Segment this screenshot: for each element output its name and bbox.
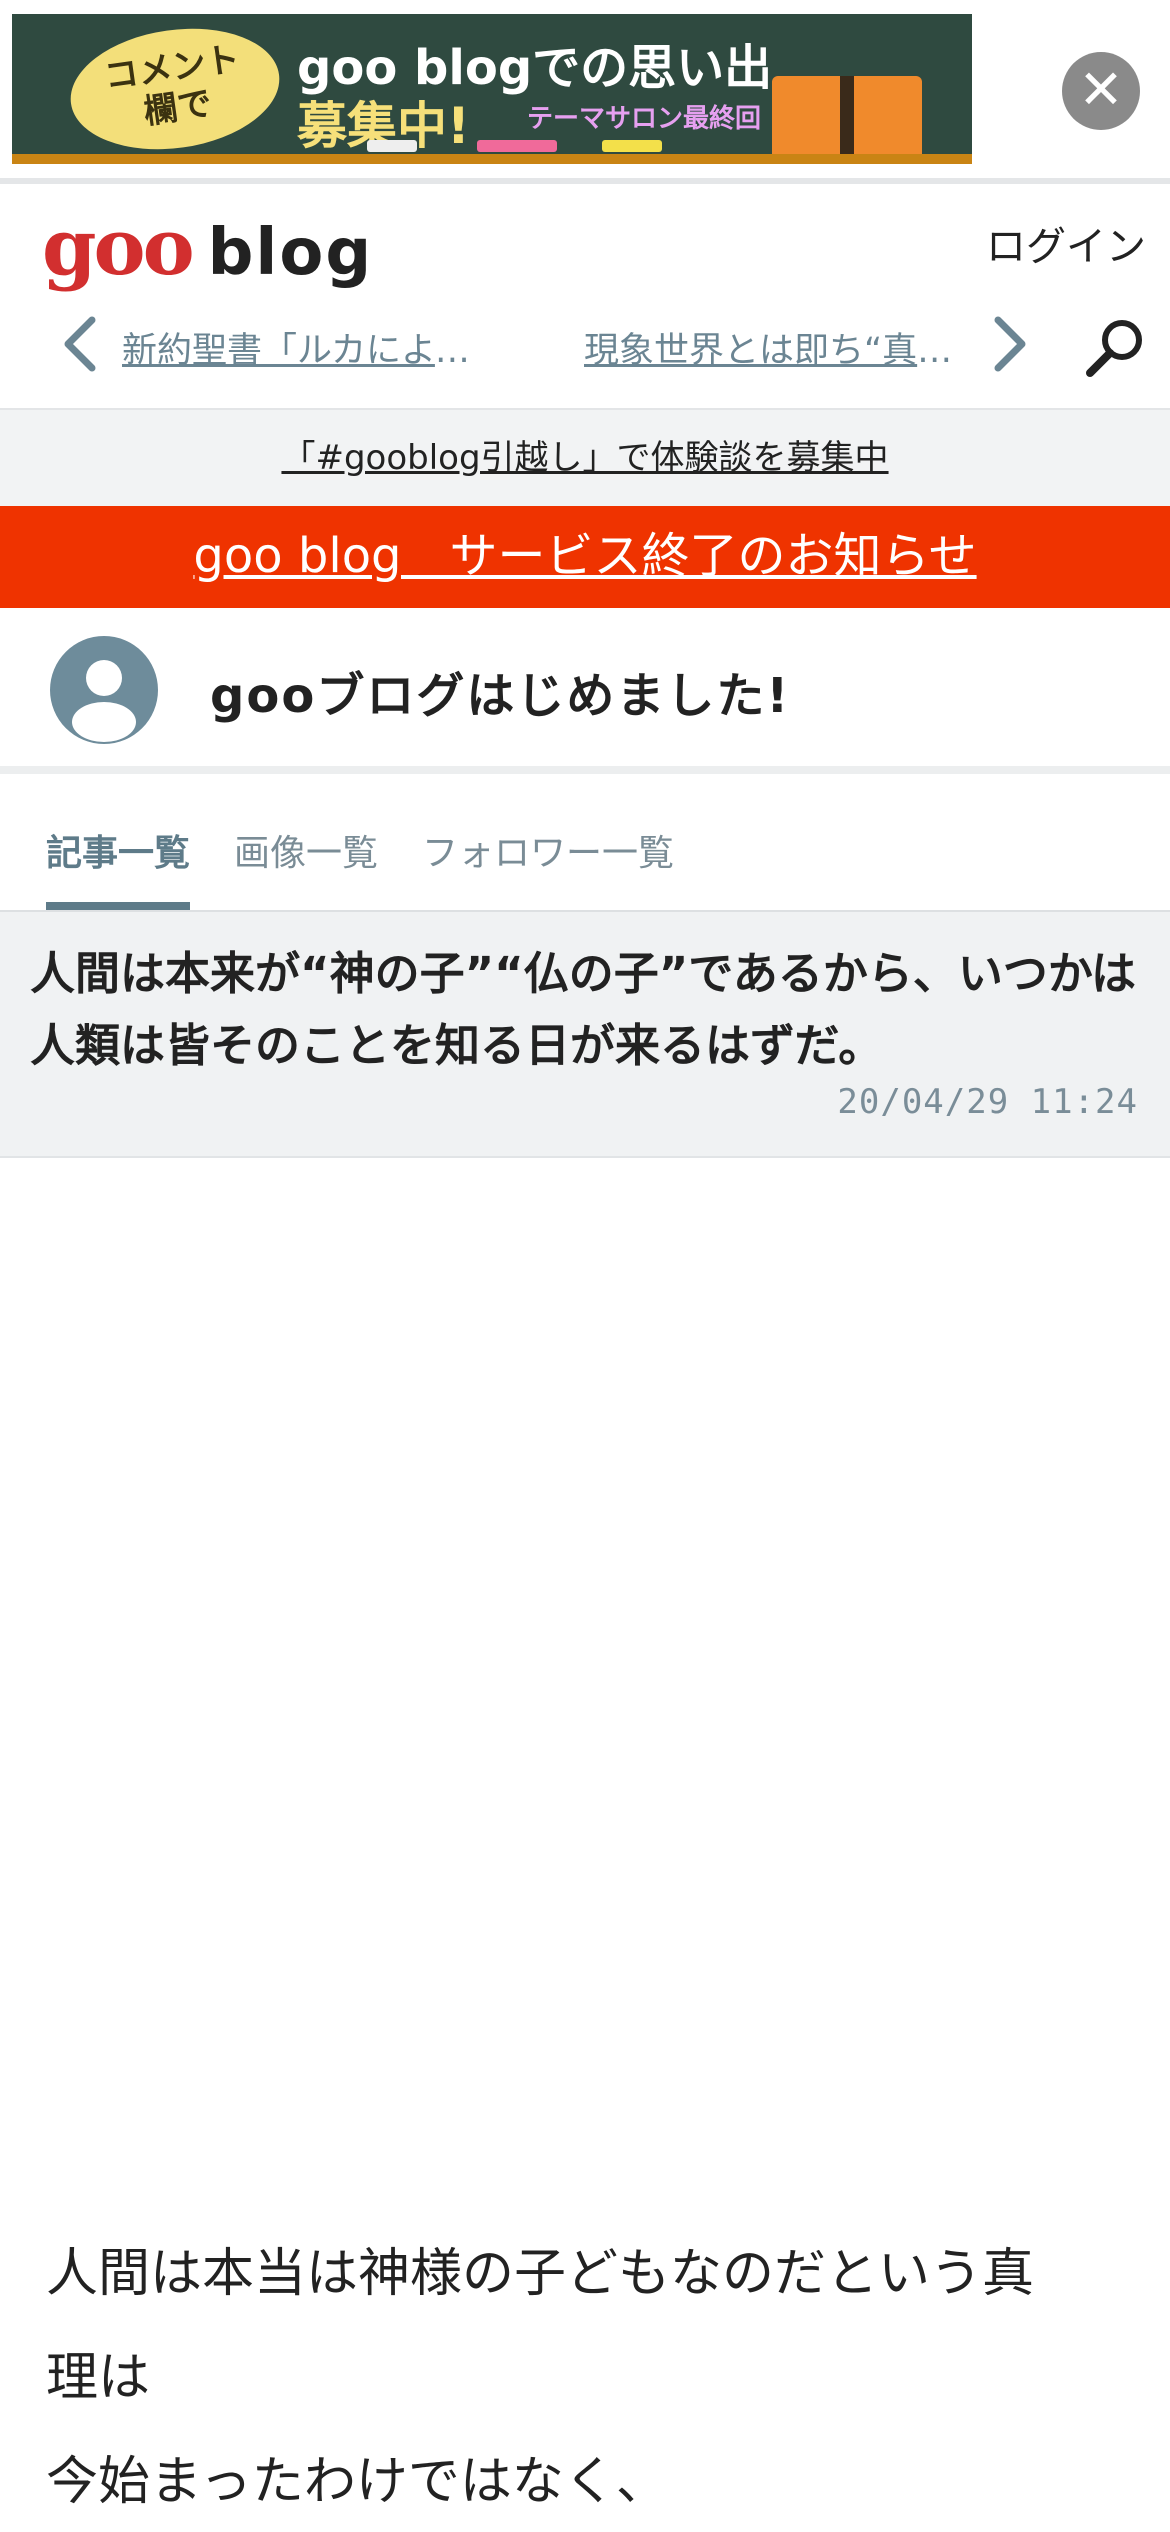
article-body-line: 人間は本当は神様の子どもなのだという真 bbox=[46, 2244, 1035, 2304]
ad-speech-bubble: コメント 欄で bbox=[62, 15, 288, 154]
article-body-line: 理は bbox=[46, 2348, 151, 2408]
tab-articles[interactable]: 記事一覧 bbox=[46, 824, 190, 876]
blog-header: gooブログはじめました! bbox=[0, 608, 1170, 774]
campaign-notice-bar: 「#gooblog引越し」で体験談を募集中 bbox=[0, 410, 1170, 506]
article-header: 人間は本来が“神の子”“仏の子”であるから、いつかは人類は皆そのことを知る日が来… bbox=[0, 912, 1170, 1158]
site-header: gooblog ログイン 新約聖書「ルカによる福音書」 現象世界とは即ち“真理” bbox=[0, 184, 1170, 410]
article-body-line: 今始まったわけではなく、 bbox=[46, 2452, 668, 2512]
chevron-right-icon[interactable] bbox=[984, 314, 1034, 374]
ad-gift-box-illustration bbox=[772, 76, 922, 154]
ad-image[interactable]: コメント 欄で goo blogでの思い出 募集中! テーマサロン最終回 bbox=[12, 14, 972, 164]
search-icon[interactable] bbox=[1080, 316, 1150, 380]
active-tab-indicator bbox=[46, 902, 190, 910]
blog-title[interactable]: gooブログはじめました! bbox=[210, 656, 790, 726]
ad-subline: テーマサロン最終回 bbox=[527, 104, 762, 134]
chevron-left-icon[interactable] bbox=[56, 314, 106, 374]
tab-followers[interactable]: フォロワー一覧 bbox=[422, 824, 674, 876]
article-body: 人間は本当は神様の子どもなのだという真 理は 今始まったわけではなく、 bbox=[46, 2222, 1136, 2532]
ad-banner: コメント 欄で goo blogでの思い出 募集中! テーマサロン最終回 ✕ bbox=[0, 0, 1170, 178]
ad-chalk-yellow bbox=[602, 140, 662, 152]
logo-blog-text: blog bbox=[207, 216, 374, 290]
logo-goo-text: goo bbox=[42, 202, 195, 293]
service-end-link[interactable]: goo blog サービス終了のお知らせ bbox=[193, 528, 976, 584]
goo-blog-logo[interactable]: goo blog bbox=[42, 202, 373, 293]
article-title: 人間は本来が“神の子”“仏の子”であるから、いつかは人類は皆そのことを知る日が来… bbox=[30, 947, 1137, 1072]
next-article-link[interactable]: 現象世界とは即ち“真理” bbox=[584, 322, 964, 373]
ad-chalk-pink bbox=[477, 140, 557, 152]
blog-tabs: 記事一覧 画像一覧 フォロワー一覧 bbox=[0, 790, 1170, 912]
prev-article-link[interactable]: 新約聖書「ルカによる福音書」 bbox=[122, 322, 492, 373]
article-date: 20/04/29 11:24 bbox=[837, 1082, 1138, 1122]
service-end-bar: goo blog サービス終了のお知らせ bbox=[0, 506, 1170, 608]
campaign-notice-link[interactable]: 「#gooblog引越し」で体験談を募集中 bbox=[281, 438, 888, 478]
user-avatar-icon[interactable] bbox=[50, 636, 158, 744]
tab-images[interactable]: 画像一覧 bbox=[234, 824, 378, 876]
ad-chalk-white bbox=[367, 140, 417, 152]
close-icon[interactable]: ✕ bbox=[1062, 52, 1140, 130]
login-link[interactable]: ログイン bbox=[986, 214, 1146, 272]
